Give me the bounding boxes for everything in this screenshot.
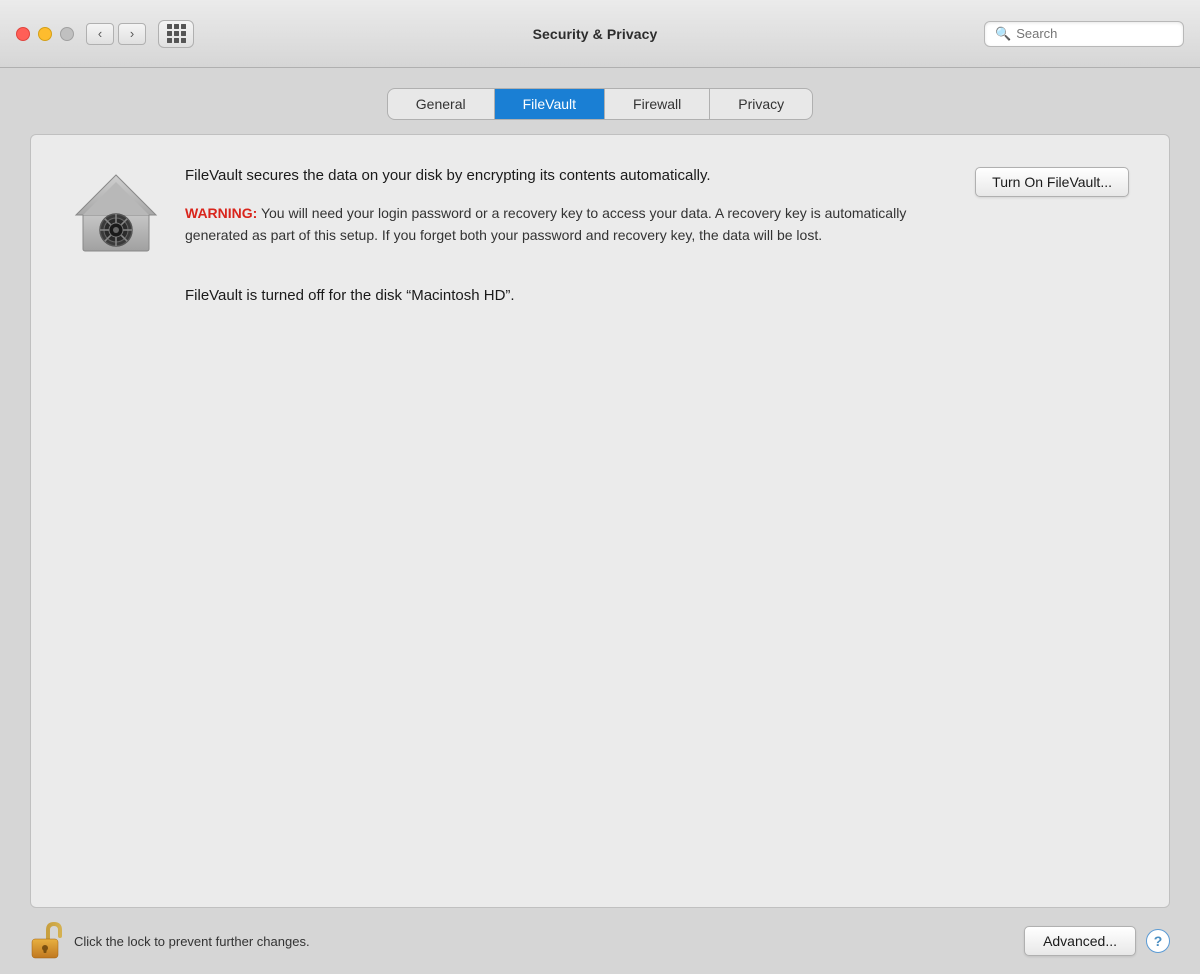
lock-icon (30, 922, 62, 960)
search-input[interactable] (1016, 26, 1173, 41)
grid-button[interactable] (158, 20, 194, 48)
tabs: General FileVault Firewall Privacy (387, 88, 813, 120)
tab-general[interactable]: General (388, 89, 495, 119)
tab-filevault[interactable]: FileVault (495, 89, 605, 119)
back-icon: ‹ (98, 26, 102, 41)
minimize-button[interactable] (38, 27, 52, 41)
bottom-right: Advanced... ? (1024, 926, 1170, 956)
titlebar: ‹ › Security & Privacy 🔍 (0, 0, 1200, 68)
filevault-icon (71, 165, 161, 255)
filevault-status: FileVault is turned off for the disk “Ma… (71, 287, 1129, 304)
warning-text: WARNING: You will need your login passwo… (185, 202, 955, 247)
tab-privacy[interactable]: Privacy (710, 89, 812, 119)
search-bar[interactable]: 🔍 (984, 21, 1184, 47)
bottom-bar: Click the lock to prevent further change… (0, 908, 1200, 974)
lock-button[interactable]: Click the lock to prevent further change… (30, 922, 310, 960)
warning-label: WARNING: (185, 205, 257, 221)
lock-text: Click the lock to prevent further change… (74, 934, 310, 949)
warning-body: You will need your login password or a r… (185, 205, 906, 243)
back-button[interactable]: ‹ (86, 23, 114, 45)
maximize-button[interactable] (60, 27, 74, 41)
main-content: General FileVault Firewall Privacy (0, 68, 1200, 908)
filevault-header: FileVault secures the data on your disk … (71, 165, 1129, 255)
tabs-container: General FileVault Firewall Privacy (30, 88, 1170, 120)
advanced-button[interactable]: Advanced... (1024, 926, 1136, 956)
nav-buttons: ‹ › (86, 23, 146, 45)
window-title: Security & Privacy (206, 26, 984, 42)
forward-button[interactable]: › (118, 23, 146, 45)
tab-firewall[interactable]: Firewall (605, 89, 710, 119)
grid-icon (167, 24, 186, 43)
help-button[interactable]: ? (1146, 929, 1170, 953)
panel-content: FileVault secures the data on your disk … (71, 165, 1129, 304)
turn-on-filevault-button[interactable]: Turn On FileVault... (975, 167, 1129, 197)
forward-icon: › (130, 26, 134, 41)
search-icon: 🔍 (995, 26, 1011, 42)
close-button[interactable] (16, 27, 30, 41)
traffic-lights (16, 27, 74, 41)
filevault-info: FileVault secures the data on your disk … (185, 165, 955, 246)
filevault-description: FileVault secures the data on your disk … (185, 165, 955, 188)
filevault-panel: FileVault secures the data on your disk … (30, 134, 1170, 908)
